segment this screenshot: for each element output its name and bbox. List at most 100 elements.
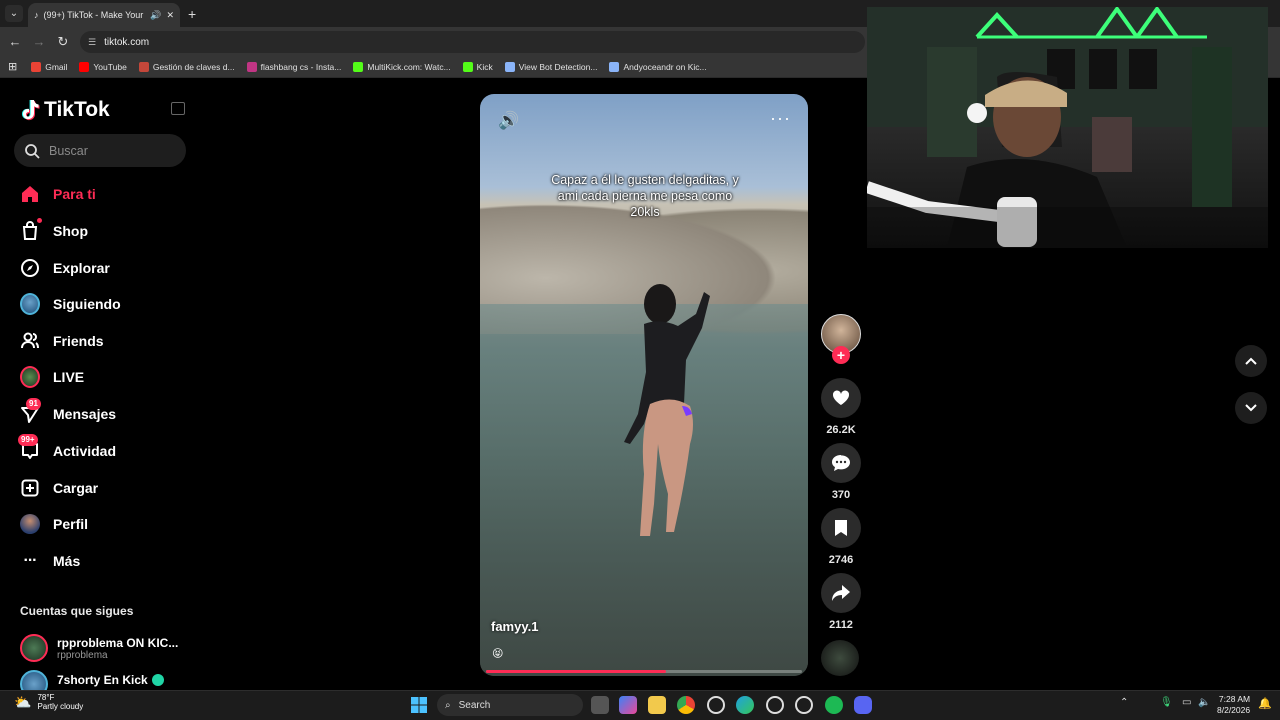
next-video-button[interactable] bbox=[1235, 392, 1267, 424]
bookmark-item[interactable]: flashbang cs - Insta... bbox=[246, 61, 342, 72]
forward-button[interactable]: → bbox=[31, 34, 47, 49]
like-button[interactable]: 26.2K bbox=[821, 378, 861, 436]
shop-dot bbox=[37, 218, 42, 223]
volume-icon[interactable]: 🔈 bbox=[1198, 697, 1210, 708]
browser-tab[interactable]: ♪ (99+) TikTok - Make Your Da 🔊 ✕ bbox=[28, 3, 180, 27]
bookmark-item[interactable]: Gestión de claves d... bbox=[138, 61, 235, 72]
nav-item-actividad[interactable]: 99+ Actividad bbox=[18, 434, 117, 462]
system-clock[interactable]: 7:28 AM 8/2/2026 bbox=[1217, 694, 1250, 716]
bookmark-item[interactable]: Gmail bbox=[31, 61, 67, 72]
search-input[interactable]: Buscar bbox=[14, 134, 186, 167]
tab-search-button[interactable]: ⌄ bbox=[5, 5, 23, 22]
nav-item-mensajes[interactable]: 91 Mensajes bbox=[20, 398, 117, 425]
nav-item-live[interactable]: LIVE bbox=[20, 366, 84, 388]
copilot-icon[interactable] bbox=[619, 696, 637, 714]
save-button[interactable]: 2746 bbox=[821, 508, 861, 566]
close-tab-icon[interactable]: ✕ bbox=[166, 10, 174, 21]
taskbar-search-label: Search bbox=[458, 699, 491, 711]
taskbar-search[interactable]: ⌕ Search bbox=[437, 694, 583, 716]
compass-icon bbox=[20, 258, 40, 278]
nav-label: Actividad bbox=[53, 443, 117, 459]
nav-item-para-ti[interactable]: Para ti bbox=[20, 183, 96, 205]
chevron-down-icon bbox=[1245, 404, 1257, 412]
obs-icon[interactable] bbox=[766, 696, 784, 714]
video-player[interactable]: Capaz a él le gusten delgaditas, y ami c… bbox=[480, 94, 808, 676]
nav-item-cargar[interactable]: Cargar bbox=[20, 477, 98, 499]
video-progress-fill bbox=[486, 670, 667, 673]
follow-plus-icon[interactable]: + bbox=[832, 346, 850, 364]
url-text: tiktok.com bbox=[104, 36, 150, 48]
volume-icon[interactable]: 🔊 bbox=[498, 111, 519, 131]
chrome-icon[interactable] bbox=[677, 696, 695, 714]
following-account[interactable]: rpproblema ON KIC... rpproblema bbox=[20, 634, 178, 662]
search-icon bbox=[25, 143, 40, 159]
bookmark-item[interactable]: Kick bbox=[462, 61, 493, 72]
account-handle: rpproblema bbox=[57, 649, 108, 661]
nav-item-friends[interactable]: Friends bbox=[20, 330, 104, 352]
bookmark-label: YouTube bbox=[93, 61, 127, 72]
bookmark-item[interactable]: YouTube bbox=[79, 61, 127, 72]
edge-icon[interactable] bbox=[736, 696, 754, 714]
nav-label: Mensajes bbox=[53, 406, 117, 422]
chevron-up-icon bbox=[1245, 357, 1257, 365]
nav-item-shop[interactable]: Shop bbox=[20, 218, 88, 242]
bookmark-label: Andyoceandr on Kic... bbox=[623, 61, 707, 72]
account-name: 7shorty En Kick bbox=[57, 673, 148, 687]
back-button[interactable]: ← bbox=[7, 34, 23, 49]
nav-label: Siguiendo bbox=[53, 296, 121, 312]
file-explorer-icon[interactable] bbox=[648, 696, 666, 714]
video-progress-bar[interactable] bbox=[486, 670, 802, 673]
tiktok-logo[interactable]: TikTok bbox=[20, 98, 110, 122]
task-view-icon[interactable] bbox=[591, 696, 609, 714]
bookmark-favicon-icon bbox=[504, 61, 515, 72]
app-icon[interactable] bbox=[707, 696, 725, 714]
address-bar[interactable]: ☰ tiktok.com bbox=[80, 31, 865, 53]
notification-bell-icon[interactable]: 🔔 bbox=[1258, 697, 1272, 710]
tab-title: (99+) TikTok - Make Your Da bbox=[43, 10, 146, 20]
windows-taskbar bbox=[0, 690, 1280, 720]
video-author[interactable]: famyy.1 bbox=[491, 619, 538, 634]
music-disc-avatar[interactable] bbox=[821, 640, 859, 676]
settings-gear-icon[interactable] bbox=[795, 696, 813, 714]
discord-icon[interactable] bbox=[854, 696, 872, 714]
bookmark-favicon-icon bbox=[353, 61, 364, 72]
bookmark-item[interactable]: View Bot Detection... bbox=[504, 61, 597, 72]
collapse-sidebar-button[interactable] bbox=[171, 102, 185, 115]
reload-button[interactable]: ↻ bbox=[55, 34, 71, 50]
search-placeholder: Buscar bbox=[49, 143, 88, 158]
home-icon bbox=[20, 184, 40, 204]
more-options-icon[interactable]: ··· bbox=[770, 108, 791, 129]
live-avatar-icon bbox=[20, 366, 40, 388]
bookmark-item[interactable]: MultiKick.com: Watc... bbox=[353, 61, 451, 72]
avatar-icon bbox=[20, 293, 40, 315]
previous-video-button[interactable] bbox=[1235, 345, 1267, 377]
nav-item-explorar[interactable]: Explorar bbox=[20, 257, 110, 279]
friends-icon bbox=[20, 331, 40, 351]
bookmark-label: MultiKick.com: Watc... bbox=[367, 61, 451, 72]
nav-item-siguiendo[interactable]: Siguiendo bbox=[20, 293, 121, 315]
nav-label: LIVE bbox=[53, 369, 85, 385]
apps-grid-icon[interactable]: ⊞ bbox=[8, 60, 17, 73]
nav-label: Perfil bbox=[53, 516, 89, 532]
weather-widget[interactable]: ⛅ 78°F Partly cloudy bbox=[14, 693, 83, 711]
nav-item-mas[interactable]: ··· Más bbox=[20, 550, 81, 572]
start-button[interactable] bbox=[411, 697, 427, 718]
site-info-icon[interactable]: ☰ bbox=[88, 37, 96, 48]
webcam-overlay bbox=[867, 7, 1268, 248]
comment-button[interactable]: 370 bbox=[821, 443, 861, 501]
audio-playing-icon[interactable]: 🔊 bbox=[150, 10, 161, 21]
spotify-icon[interactable] bbox=[825, 696, 843, 714]
microphone-icon[interactable]: 🎙 bbox=[1160, 697, 1173, 708]
nav-item-perfil[interactable]: Perfil bbox=[20, 513, 88, 535]
chevron-down-icon: ⌄ bbox=[9, 8, 19, 19]
comment-icon bbox=[832, 455, 850, 471]
tray-overflow-icon[interactable]: ⌃ bbox=[1120, 697, 1128, 708]
new-tab-button[interactable]: + bbox=[188, 6, 196, 22]
bookmark-label: flashbang cs - Insta... bbox=[260, 61, 342, 72]
bookmark-item[interactable]: Andyoceandr on Kic... bbox=[609, 61, 707, 72]
partly-cloudy-icon: ⛅ bbox=[14, 693, 32, 710]
bookmark-favicon-icon bbox=[462, 61, 473, 72]
share-count: 2112 bbox=[829, 619, 853, 631]
share-button[interactable]: 2112 bbox=[821, 573, 861, 631]
network-icon[interactable]: ▭ bbox=[1182, 697, 1191, 708]
